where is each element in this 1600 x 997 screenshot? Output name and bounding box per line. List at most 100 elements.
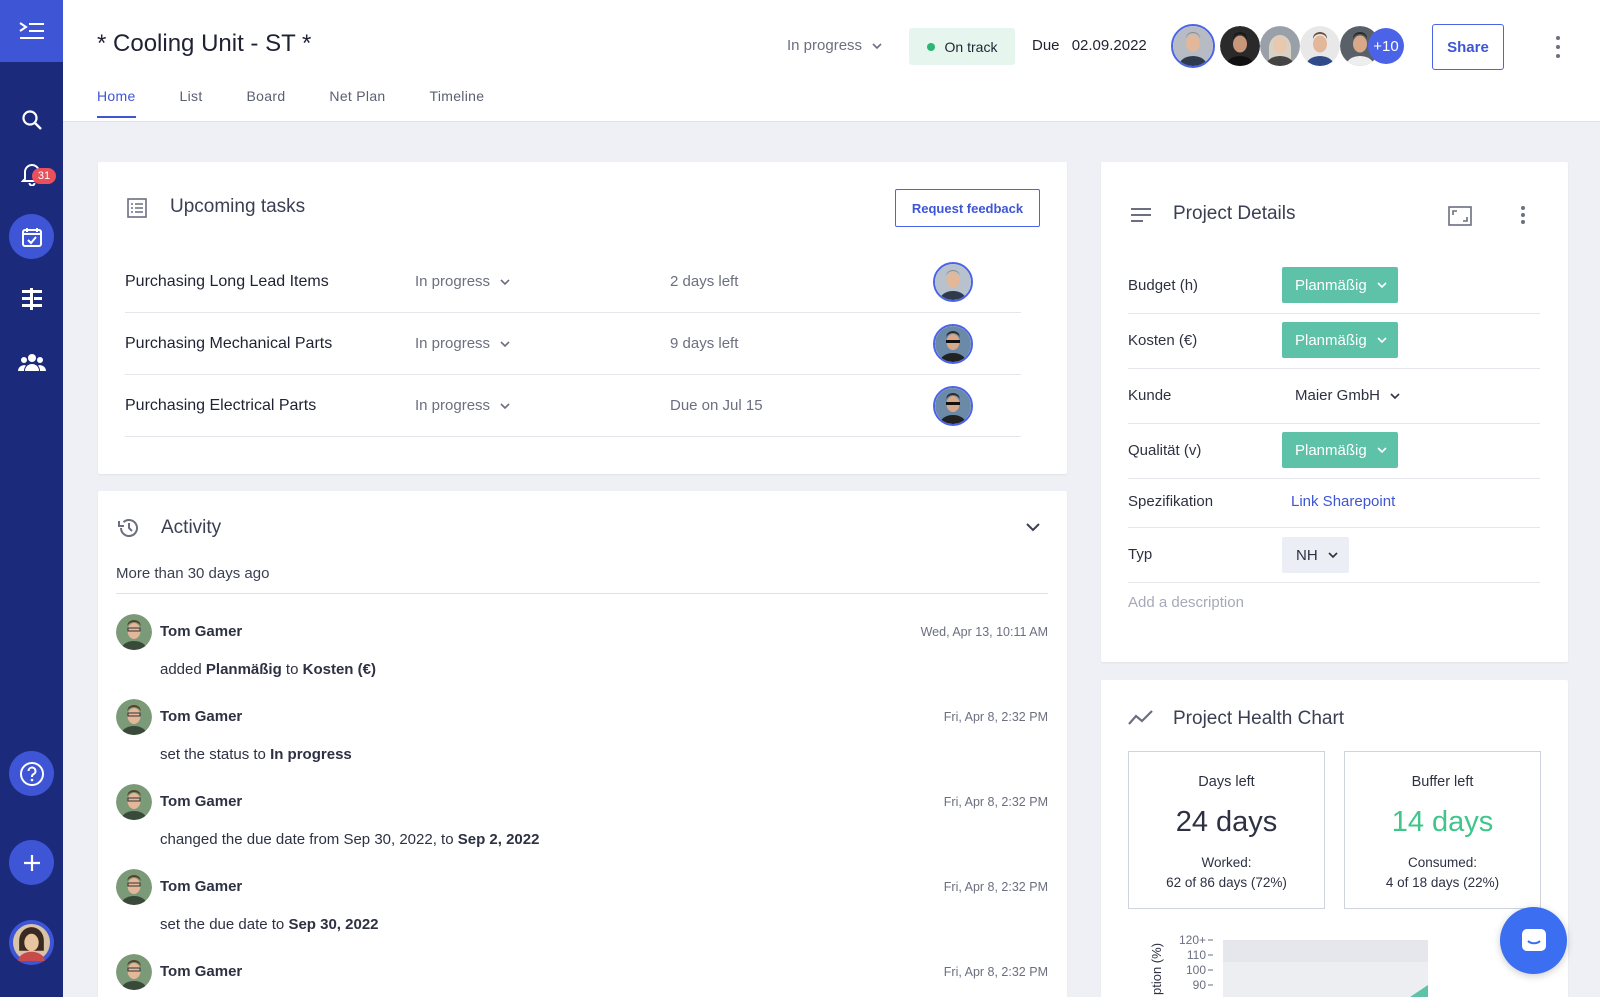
user-avatar-image — [116, 614, 152, 650]
activity-text: set the due date to Sep 30, 2022 — [160, 916, 379, 933]
user-avatar[interactable] — [116, 784, 152, 820]
task-name[interactable]: Purchasing Long Lead Items — [125, 273, 329, 291]
timeline-bars-icon — [21, 288, 42, 310]
search-button[interactable] — [0, 100, 63, 140]
activity-time: Fri, Apr 8, 2:32 PM — [943, 965, 1048, 979]
task-row[interactable]: Purchasing Mechanical Parts In progress … — [125, 313, 1021, 375]
user-avatar[interactable] — [116, 954, 152, 990]
team-button[interactable] — [0, 342, 63, 382]
task-assignee-avatar[interactable] — [933, 324, 973, 364]
user-profile-avatar[interactable] — [9, 920, 54, 965]
activity-item: Tom Gamer Wed, Apr 13, 10:11 AM added Pl… — [116, 614, 1048, 699]
health-status-badge[interactable]: On track — [909, 28, 1015, 65]
list-icon — [127, 198, 147, 218]
member-avatar[interactable] — [1260, 26, 1300, 66]
worked-summary: Worked: 62 of 86 days (72%) — [1166, 855, 1287, 890]
notification-count-badge: 31 — [32, 168, 56, 184]
health-status-label: On track — [944, 38, 998, 55]
task-due: 2 days left — [670, 273, 739, 290]
activity-user[interactable]: Tom Gamer — [160, 793, 242, 810]
help-icon — [19, 761, 44, 786]
search-icon — [21, 110, 42, 130]
description-input[interactable]: Add a description — [1128, 594, 1244, 611]
budget-dropdown[interactable]: Planmäßig — [1282, 267, 1398, 303]
my-tasks-button[interactable] — [9, 214, 54, 259]
chevron-down-icon — [872, 42, 882, 49]
chevron-down-icon[interactable] — [1026, 523, 1040, 532]
chat-support-button[interactable] — [1500, 907, 1567, 974]
task-due: Due on Jul 15 — [670, 397, 763, 414]
kunde-dropdown[interactable]: Maier GmbH — [1295, 387, 1400, 404]
buffer-left-box: Buffer left 14 days Consumed: 4 of 18 day… — [1344, 751, 1541, 909]
user-avatar-image — [116, 699, 152, 735]
task-assignee-avatar[interactable] — [933, 262, 973, 302]
user-avatar[interactable] — [116, 614, 152, 650]
expand-icon[interactable] — [1448, 206, 1472, 226]
typ-dropdown[interactable]: NH — [1282, 537, 1349, 573]
detail-label: Qualität (v) — [1128, 442, 1202, 459]
days-left-box: Days left 24 days Worked: 62 of 86 days (… — [1128, 751, 1325, 909]
project-title[interactable]: * Cooling Unit - ST * — [97, 30, 311, 58]
member-avatar[interactable] — [1171, 24, 1215, 68]
task-name[interactable]: Purchasing Electrical Parts — [125, 397, 316, 415]
activity-text: added Planmäßig to Kosten (€) — [160, 661, 376, 678]
task-row[interactable]: Purchasing Electrical Parts In progress … — [125, 375, 1021, 437]
task-status-dropdown[interactable]: In progress — [415, 397, 510, 414]
assignee-avatar-image — [935, 326, 971, 362]
detail-label: Typ — [1128, 546, 1153, 563]
project-status-value: In progress — [787, 37, 863, 54]
due-date-value: 02.09.2022 — [1071, 37, 1147, 54]
activity-user[interactable]: Tom Gamer — [160, 878, 242, 895]
text-lines-icon — [1131, 208, 1151, 222]
activity-user[interactable]: Tom Gamer — [160, 623, 242, 640]
sharepoint-link[interactable]: Link Sharepoint — [1291, 493, 1395, 510]
buffer-left-value: 14 days — [1391, 806, 1494, 838]
task-status-dropdown[interactable]: In progress — [415, 273, 510, 290]
days-left-value: 24 days — [1175, 806, 1278, 838]
chart-tick: 90 — [1193, 978, 1207, 992]
member-avatar-image — [1300, 26, 1340, 66]
task-status-dropdown[interactable]: In progress — [415, 335, 510, 352]
more-members-badge[interactable]: +10 — [1368, 28, 1404, 64]
chart-tick: 110 — [1187, 948, 1206, 962]
tab-timeline[interactable]: Timeline — [430, 88, 485, 118]
user-avatar[interactable] — [116, 699, 152, 735]
user-avatar-image — [13, 924, 50, 961]
detail-row-spezifikation: Spezifikation Link Sharepoint — [1128, 479, 1540, 528]
activity-title: Activity — [161, 517, 222, 538]
create-new-button[interactable] — [9, 840, 54, 885]
activity-item: Tom Gamer Fri, Apr 8, 2:32 PM set the du… — [116, 869, 1048, 954]
member-avatar[interactable] — [1220, 26, 1260, 66]
project-status-dropdown[interactable]: In progress — [787, 37, 882, 54]
request-feedback-button[interactable]: Request feedback — [895, 189, 1040, 227]
activity-user[interactable]: Tom Gamer — [160, 708, 242, 725]
due-date[interactable]: Due 02.09.2022 — [1032, 37, 1147, 54]
more-options-icon[interactable] — [1521, 206, 1525, 224]
member-avatar-image — [1173, 26, 1213, 66]
task-row[interactable]: Purchasing Long Lead Items In progress 2… — [125, 251, 1021, 313]
tab-list[interactable]: List — [180, 88, 203, 118]
activity-text: set the status to In progress — [160, 746, 352, 763]
more-options-icon[interactable] — [1551, 36, 1565, 58]
task-name[interactable]: Purchasing Mechanical Parts — [125, 335, 332, 353]
user-avatar-image — [116, 869, 152, 905]
kosten-dropdown[interactable]: Planmäßig — [1282, 322, 1398, 358]
menu-toggle-button[interactable] — [0, 0, 63, 62]
share-button[interactable]: Share — [1432, 24, 1504, 70]
user-avatar[interactable] — [116, 869, 152, 905]
task-assignee-avatar[interactable] — [933, 386, 973, 426]
qualitaet-dropdown[interactable]: Planmäßig — [1282, 432, 1398, 468]
activity-user[interactable]: Tom Gamer — [160, 963, 242, 980]
member-avatar[interactable] — [1300, 26, 1340, 66]
help-button[interactable] — [9, 751, 54, 796]
chart-zone-yellow — [1223, 962, 1428, 997]
activity-card: Activity More than 30 days ago Tom Gamer… — [98, 491, 1067, 997]
activity-time: Fri, Apr 8, 2:32 PM — [943, 710, 1048, 724]
tab-home[interactable]: Home — [97, 88, 136, 118]
task-status-value: In progress — [415, 273, 491, 290]
portfolio-button[interactable] — [0, 279, 63, 319]
detail-row-kunde: Kunde Maier GmbH — [1128, 369, 1540, 424]
chart-y-axis-label: ption (%) — [1149, 943, 1164, 995]
tab-net-plan[interactable]: Net Plan — [329, 88, 385, 118]
tab-board[interactable]: Board — [247, 88, 286, 118]
